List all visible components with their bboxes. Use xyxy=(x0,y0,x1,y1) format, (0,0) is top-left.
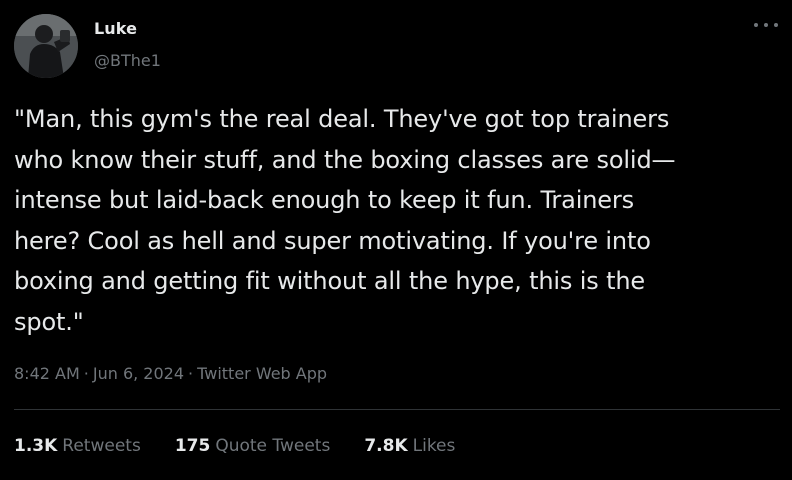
dot xyxy=(774,23,778,27)
retweets-label: Retweets xyxy=(62,436,141,456)
likes-stat[interactable]: 7.8K Likes xyxy=(364,436,455,456)
author-handle[interactable]: @BThe1 xyxy=(94,51,161,70)
retweets-stat[interactable]: 1.3K Retweets xyxy=(14,436,141,456)
tweet-card: Luke @BThe1 "Man, this gym's the real de… xyxy=(0,0,792,480)
quote-tweets-stat[interactable]: 175 Quote Tweets xyxy=(175,436,331,456)
likes-label: Likes xyxy=(412,436,456,456)
tweet-time[interactable]: 8:42 AM xyxy=(14,364,80,383)
engagement-stats: 1.3K Retweets 175 Quote Tweets 7.8K Like… xyxy=(14,436,455,456)
more-horizontal-icon[interactable] xyxy=(754,18,778,32)
tweet-text: "Man, this gym's the real deal. They've … xyxy=(14,105,676,336)
quote-tweets-count: 175 xyxy=(174,436,211,456)
separator: · xyxy=(83,364,89,383)
avatar-image xyxy=(14,14,78,78)
quote-tweets-label: Quote Tweets xyxy=(215,436,331,456)
separator: · xyxy=(188,364,194,383)
divider xyxy=(14,409,780,410)
tweet-metadata: 8:42 AM · Jun 6, 2024 · Twitter Web App xyxy=(14,364,327,383)
tweet-date[interactable]: Jun 6, 2024 xyxy=(93,364,184,383)
retweets-count: 1.3K xyxy=(14,436,58,456)
likes-count: 7.8K xyxy=(364,436,408,456)
avatar[interactable] xyxy=(14,14,78,78)
author-display-name[interactable]: Luke xyxy=(94,19,137,38)
dot xyxy=(764,23,768,27)
tweet-source[interactable]: Twitter Web App xyxy=(197,364,327,383)
dot xyxy=(754,23,758,27)
